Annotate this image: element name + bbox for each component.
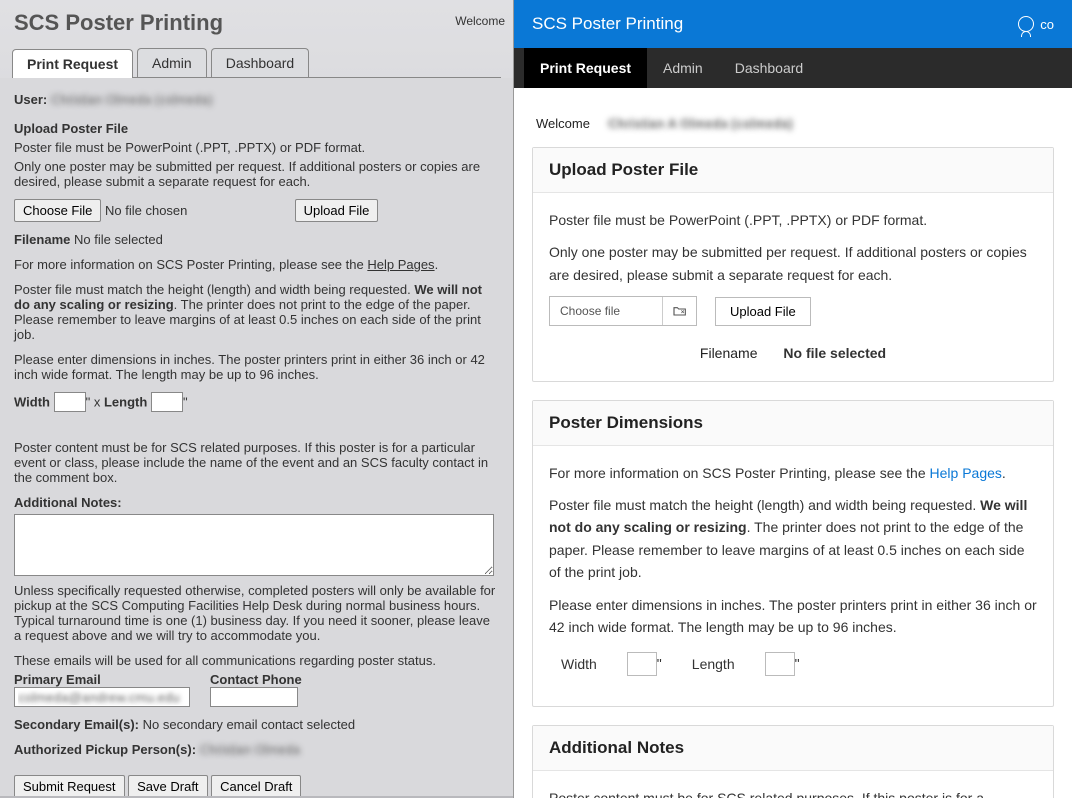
upload-rule-single: Only one poster may be submitted per req… xyxy=(14,159,499,189)
dimensions-panel-header: Poster Dimensions xyxy=(533,401,1053,446)
nav-tab-print-request[interactable]: Print Request xyxy=(524,48,647,88)
app-title: SCS Poster Printing xyxy=(532,14,683,34)
help-pages-link[interactable]: Help Pages xyxy=(930,465,1002,481)
no-file-chosen-text: No file chosen xyxy=(105,203,187,218)
pickup-rule-text: Unless specifically requested otherwise,… xyxy=(14,583,499,643)
contact-phone-label: Contact Phone xyxy=(210,672,302,687)
length-unit: " xyxy=(183,395,188,410)
nav-tab-admin[interactable]: Admin xyxy=(647,48,719,88)
filename-value: No file selected xyxy=(783,345,886,361)
form-body: User: Christian Olmeda (colmeda) Upload … xyxy=(0,78,513,796)
user-menu[interactable]: co xyxy=(1018,16,1054,32)
help-pages-link[interactable]: Help Pages xyxy=(367,257,434,272)
app-title: SCS Poster Printing xyxy=(0,0,513,42)
length-input[interactable] xyxy=(765,652,795,676)
secondary-email-label: Secondary Email(s): xyxy=(14,717,139,732)
notes-textarea[interactable] xyxy=(14,514,494,576)
dim-rule-format: Please enter dimensions in inches. The p… xyxy=(14,352,499,382)
modern-app: SCS Poster Printing co Print Request Adm… xyxy=(514,0,1072,798)
upload-rule-format: Poster file must be PowerPoint (.PPT, .P… xyxy=(14,140,499,155)
file-picker[interactable]: Choose file xyxy=(549,296,697,326)
width-unit: " xyxy=(86,395,91,410)
tab-dashboard[interactable]: Dashboard xyxy=(211,48,310,77)
notes-panel: Additional Notes Poster content must be … xyxy=(532,725,1054,798)
user-icon xyxy=(1018,16,1034,32)
page-content: Welcome Christian A Olmeda (colmeda) Upl… xyxy=(514,88,1072,798)
upload-section-header: Upload Poster File xyxy=(14,121,499,136)
filename-label: Filename xyxy=(14,232,70,247)
dim-rule-pre: Poster file must match the height (lengt… xyxy=(549,497,980,513)
more-info-text: For more information on SCS Poster Print… xyxy=(549,465,930,481)
upload-panel: Upload Poster File Poster file must be P… xyxy=(532,147,1054,382)
dimensions-panel: Poster Dimensions For more information o… xyxy=(532,400,1054,708)
width-unit: " xyxy=(657,656,662,672)
folder-open-icon[interactable] xyxy=(662,297,696,325)
user-label: User: xyxy=(14,92,47,107)
cancel-draft-button[interactable]: Cancel Draft xyxy=(211,775,301,796)
upload-rule-single: Only one poster may be submitted per req… xyxy=(549,241,1037,286)
nav-tab-dashboard[interactable]: Dashboard xyxy=(719,48,820,88)
nav-bar: Print Request Admin Dashboard xyxy=(514,48,1072,88)
file-picker-label: Choose file xyxy=(550,302,662,321)
save-draft-button[interactable]: Save Draft xyxy=(128,775,207,796)
length-unit: " xyxy=(795,656,800,672)
dim-separator: x xyxy=(94,395,101,410)
notes-label: Additional Notes: xyxy=(14,495,499,510)
tab-admin[interactable]: Admin xyxy=(137,48,207,77)
welcome-user-value: Christian A Olmeda (colmeda) xyxy=(608,116,793,131)
legacy-app: SCS Poster Printing Welcome Print Reques… xyxy=(0,0,514,798)
dim-rule-pre: Poster file must match the height (lengt… xyxy=(14,282,414,297)
length-label: Length xyxy=(692,653,735,675)
secondary-email-value: No secondary email contact selected xyxy=(143,717,355,732)
more-info-text: For more information on SCS Poster Print… xyxy=(14,257,367,272)
width-label: Width xyxy=(561,653,597,675)
upload-panel-header: Upload Poster File xyxy=(533,148,1053,193)
upload-file-button[interactable]: Upload File xyxy=(295,199,379,222)
dim-rule-format: Please enter dimensions in inches. The p… xyxy=(549,594,1037,639)
filename-label: Filename xyxy=(700,345,758,361)
tab-print-request[interactable]: Print Request xyxy=(12,49,133,78)
notes-panel-header: Additional Notes xyxy=(533,726,1053,771)
welcome-label: Welcome xyxy=(455,14,505,28)
tab-bar: Print Request Admin Dashboard xyxy=(12,48,501,78)
width-label: Width xyxy=(14,395,50,410)
user-abbrev: co xyxy=(1040,17,1054,32)
upload-file-button[interactable]: Upload File xyxy=(715,297,811,326)
pickup-persons-label: Authorized Pickup Person(s): xyxy=(14,742,196,757)
length-input[interactable] xyxy=(151,392,183,412)
filename-value: No file selected xyxy=(74,232,163,247)
content-rule-partial-text: Poster content must be for SCS related p… xyxy=(549,787,1037,798)
welcome-label: Welcome xyxy=(536,116,590,131)
primary-email-input[interactable] xyxy=(14,687,190,707)
submit-request-button[interactable]: Submit Request xyxy=(14,775,125,796)
width-input[interactable] xyxy=(627,652,657,676)
user-value: Christian Olmeda (colmeda) xyxy=(51,92,213,107)
primary-email-label: Primary Email xyxy=(14,672,190,687)
pickup-persons-value: Christian Olmeda xyxy=(200,742,300,757)
content-rule-text: Poster content must be for SCS related p… xyxy=(14,440,499,485)
choose-file-button[interactable]: Choose File xyxy=(14,199,101,222)
upload-rule-format: Poster file must be PowerPoint (.PPT, .P… xyxy=(549,209,1037,231)
contact-phone-input[interactable] xyxy=(210,687,298,707)
email-rule-text: These emails will be used for all commun… xyxy=(14,653,499,668)
top-bar: SCS Poster Printing co xyxy=(514,0,1072,48)
length-label: Length xyxy=(104,395,147,410)
width-input[interactable] xyxy=(54,392,86,412)
